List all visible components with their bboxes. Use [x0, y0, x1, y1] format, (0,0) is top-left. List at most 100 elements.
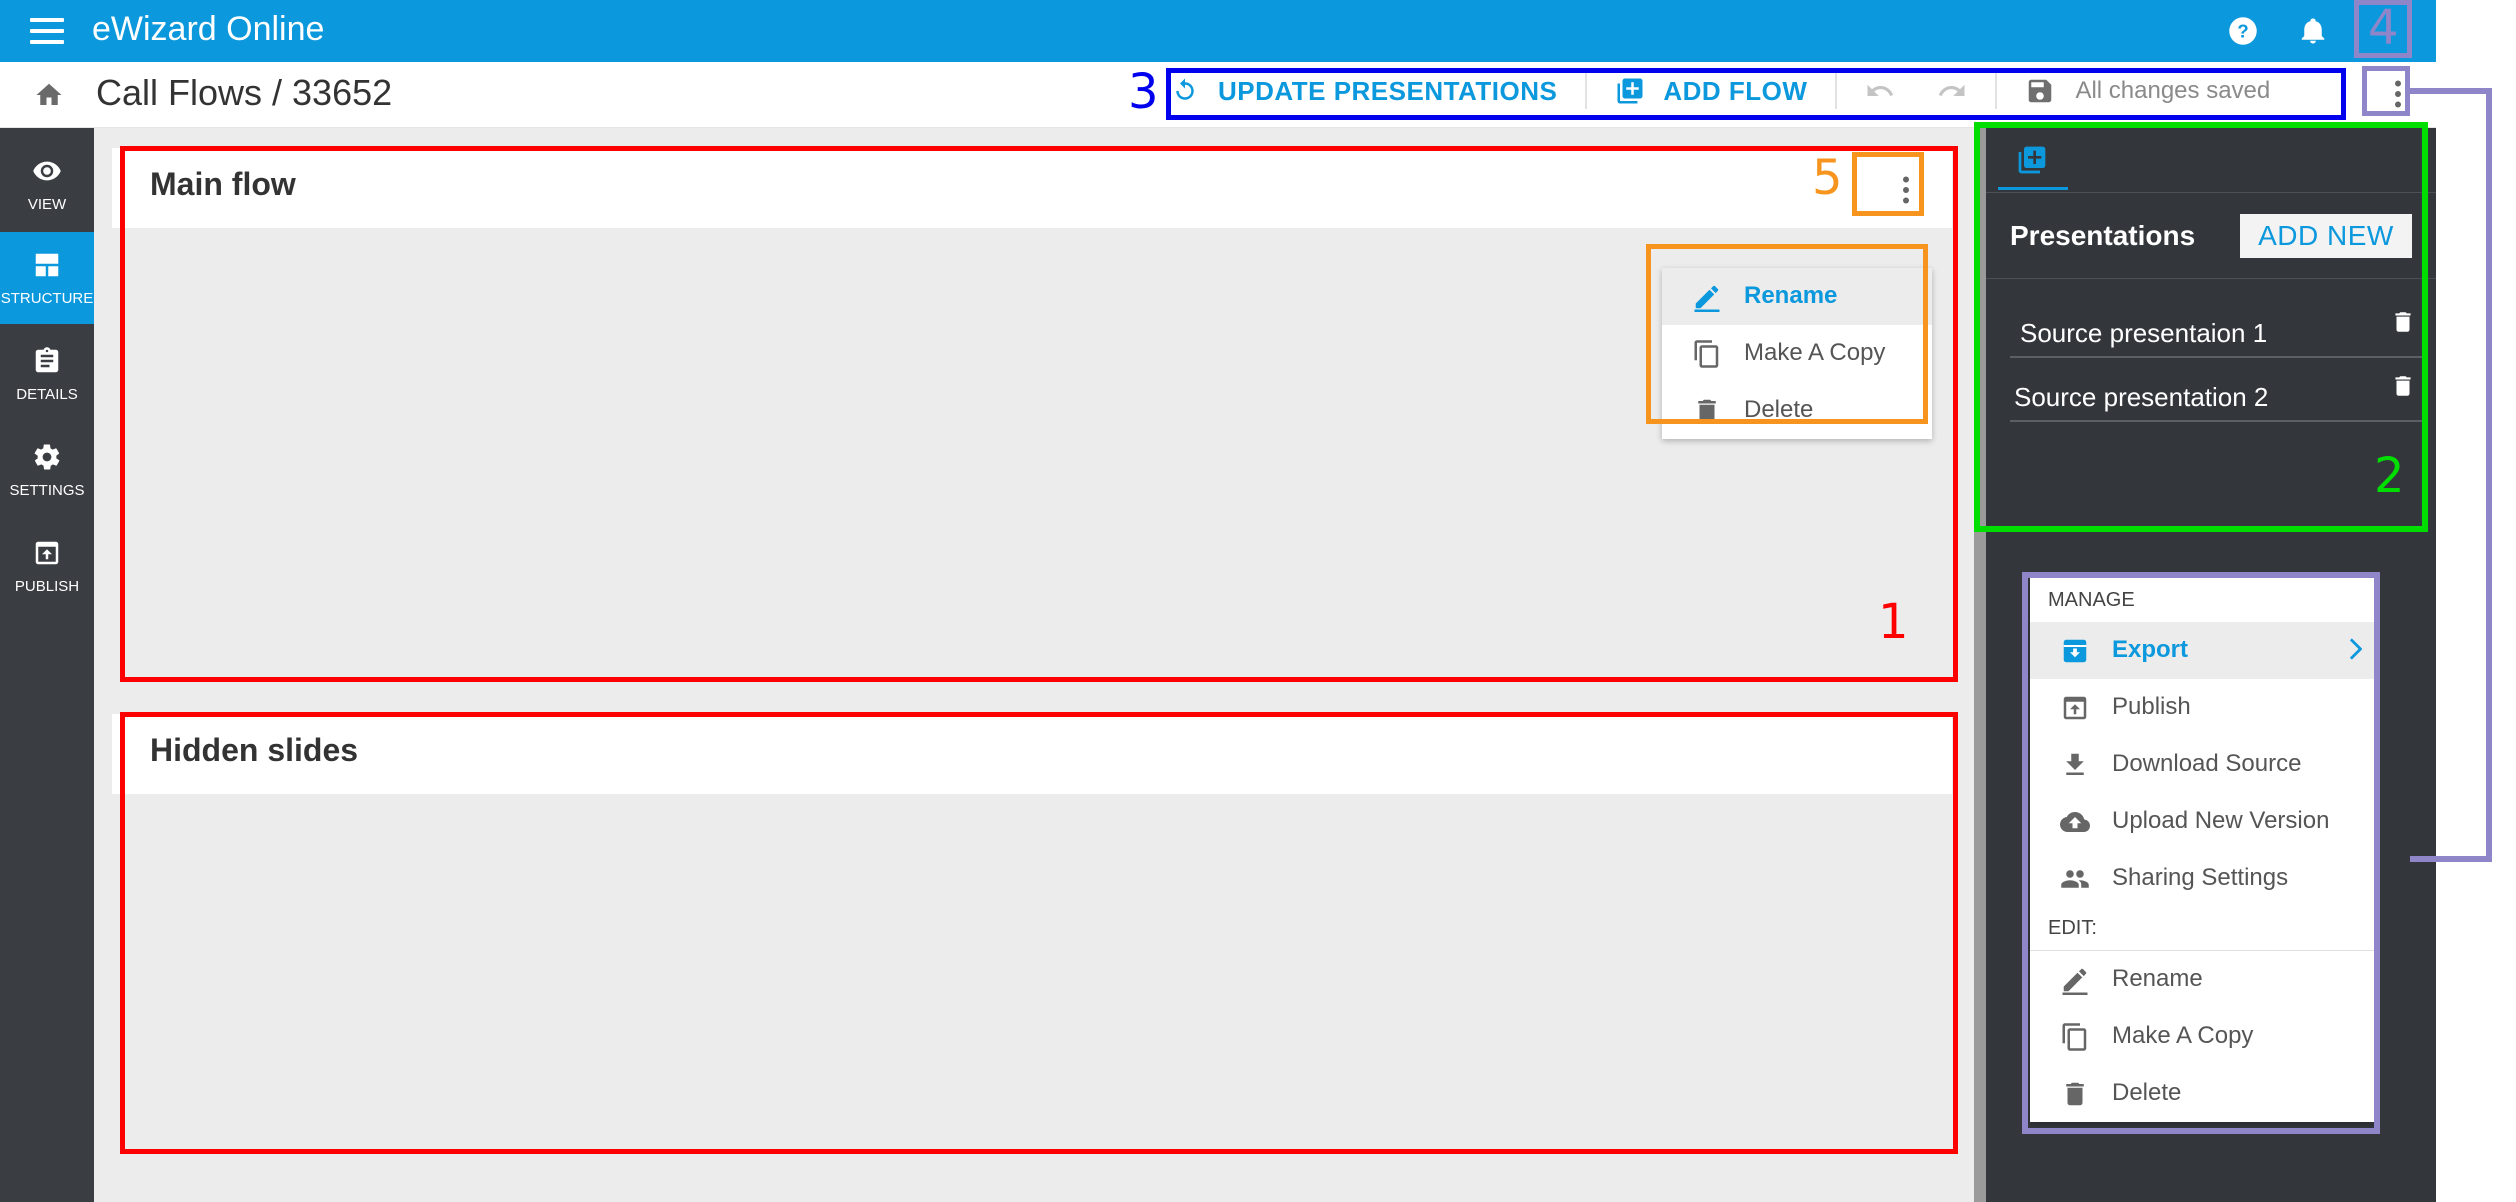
publish-icon: [2063, 696, 2087, 720]
presentation-label: Source presentaion 1: [2020, 318, 2268, 348]
trash-icon: [1698, 399, 1716, 423]
menu-item-label: Download Source: [2112, 750, 2302, 777]
menu-item-label: Rename: [1744, 282, 1838, 309]
cloud-upload-icon: [2060, 812, 2090, 832]
menu-item-label: Make A Copy: [1744, 339, 1886, 366]
menu-item-sharing-settings[interactable]: Sharing Settings: [2030, 850, 2374, 907]
menu-item-label: Make A Copy: [2112, 1022, 2254, 1049]
menu-item-publish[interactable]: Publish: [2030, 679, 2374, 736]
menu-item-label: Upload New Version: [2112, 807, 2330, 834]
flow-title: Hidden slides: [150, 732, 359, 768]
export-icon: [2063, 639, 2087, 663]
people-icon: [2061, 870, 2089, 888]
flow-more-options-icon[interactable]: [1888, 172, 1924, 208]
toolbar-divider: [1585, 73, 1588, 109]
download-icon: [2066, 753, 2084, 775]
flows-canvas: Main flow Rename Make A Copy Delete Hidd…: [94, 128, 1974, 1202]
menu-item-label: Delete: [2112, 1079, 2182, 1106]
trash-icon[interactable]: [2390, 308, 2416, 336]
help-icon[interactable]: ?: [2228, 16, 2258, 46]
presentation-item[interactable]: Source presentaion 1: [2010, 304, 2422, 358]
nav-item-label: VIEW: [27, 195, 67, 213]
divider: [1986, 278, 2436, 279]
menu-item-label: Publish: [2112, 693, 2191, 720]
hamburger-menu-icon[interactable]: [30, 18, 64, 44]
menu-item-download-source[interactable]: Download Source: [2030, 736, 2374, 793]
panel-title: Presentations: [2010, 220, 2196, 251]
add-flow-label: ADD FLOW: [1663, 75, 1808, 106]
add-flow-icon: [1617, 78, 1643, 104]
gear-icon: [34, 444, 60, 469]
save-status: All changes saved: [2025, 76, 2270, 106]
trash-icon: [2066, 1082, 2084, 1106]
trash-icon[interactable]: [2390, 372, 2416, 400]
eye-icon: [33, 161, 61, 180]
nav-item-details[interactable]: DETAILS: [0, 328, 94, 420]
menu-item-delete[interactable]: Delete: [1662, 382, 1932, 439]
menu-item-export[interactable]: Export: [2030, 622, 2374, 679]
menu-section-manage: MANAGE: [2048, 588, 2135, 611]
update-presentations-label: UPDATE PRESENTATIONS: [1218, 75, 1558, 106]
nav-item-label: SETTINGS: [9, 481, 85, 499]
flow-header: Hidden slides: [112, 714, 1952, 794]
menu-item-label: Sharing Settings: [2112, 864, 2289, 891]
flow-title: Main flow: [150, 166, 296, 202]
pencil-icon: [1694, 285, 1720, 312]
svg-text:?: ?: [2237, 20, 2248, 41]
presentation-label: Source presentation 2: [2014, 382, 2269, 412]
bell-icon[interactable]: [2298, 16, 2328, 46]
flow-context-menu: Rename Make A Copy Delete: [1662, 268, 1932, 439]
refresh-icon: [1176, 78, 1194, 100]
menu-item-delete[interactable]: Delete: [2030, 1065, 2374, 1122]
update-presentations-button[interactable]: UPDATE PRESENTATIONS: [1170, 66, 1557, 116]
menu-item-label: Delete: [1744, 396, 1814, 423]
top-bar: eWizard Online ?: [0, 0, 2436, 62]
menu-item-label: Rename: [2112, 965, 2203, 992]
menu-item-make-a-copy[interactable]: Make A Copy: [2030, 1008, 2374, 1065]
toolbar-divider: [1995, 73, 1998, 109]
undo-redo-group: [1865, 76, 1967, 106]
home-icon[interactable]: [34, 80, 64, 110]
save-status-text: All changes saved: [2075, 77, 2271, 104]
pencil-icon: [2062, 968, 2088, 995]
menu-item-rename[interactable]: Rename: [2030, 951, 2374, 1008]
clipboard-icon: [35, 346, 59, 372]
publish-icon: [35, 541, 59, 564]
toolbar: UPDATE PRESENTATIONS ADD FLOW All change…: [1170, 66, 2346, 116]
nav-item-structure[interactable]: STRUCTURE: [0, 232, 94, 324]
add-new-button[interactable]: ADD NEW: [2240, 214, 2412, 258]
menu-item-upload-new-version[interactable]: Upload New Version: [2030, 793, 2374, 850]
more-options-icon[interactable]: [2380, 76, 2416, 112]
copy-icon: [1694, 340, 1719, 368]
copy-icon: [2062, 1023, 2087, 1051]
add-flow-button[interactable]: ADD FLOW: [1615, 66, 1807, 116]
nav-item-view[interactable]: VIEW: [0, 138, 94, 230]
app-title: eWizard Online: [92, 10, 325, 48]
app-window: eWizard Online ? Call Flows / 33652 UPDA…: [0, 0, 2516, 1202]
redo-icon[interactable]: [1937, 76, 1967, 106]
nav-item-publish[interactable]: PUBLISH: [0, 520, 94, 612]
nav-item-label: STRUCTURE: [0, 289, 94, 307]
menu-item-label: Export: [2112, 636, 2189, 663]
breadcrumb: Call Flows / 33652 UPDATE PRESENTATIONS …: [0, 62, 2436, 128]
left-nav: VIEW STRUCTURE DETAILS SETTINGS PUBLISH: [0, 128, 94, 1202]
divider: [1986, 192, 2436, 193]
flow-header: Main flow: [112, 148, 1952, 228]
page-title: Call Flows / 33652: [96, 72, 393, 113]
add-library-icon: [2018, 146, 2046, 174]
hidden-slides-section[interactable]: Hidden slides: [112, 714, 1952, 1144]
presentation-item[interactable]: Source presentation 2: [2010, 368, 2422, 422]
main-flow-section[interactable]: Main flow Rename Make A Copy Delete: [112, 148, 1952, 678]
undo-icon[interactable]: [1865, 76, 1895, 106]
manage-dropdown-menu: MANAGE Export Publish Download Source Up…: [2030, 578, 2374, 1122]
menu-section-edit: EDIT:: [2030, 907, 2374, 951]
chevron-right-icon: [2349, 638, 2362, 660]
structure-icon: [35, 253, 59, 276]
menu-item-rename[interactable]: Rename: [1662, 268, 1932, 325]
tab-presentations[interactable]: [1998, 132, 2068, 190]
nav-item-label: PUBLISH: [14, 577, 80, 595]
toolbar-divider: [1835, 73, 1838, 109]
save-icon: [2029, 79, 2052, 103]
menu-item-make-a-copy[interactable]: Make A Copy: [1662, 325, 1932, 382]
nav-item-settings[interactable]: SETTINGS: [0, 424, 94, 516]
